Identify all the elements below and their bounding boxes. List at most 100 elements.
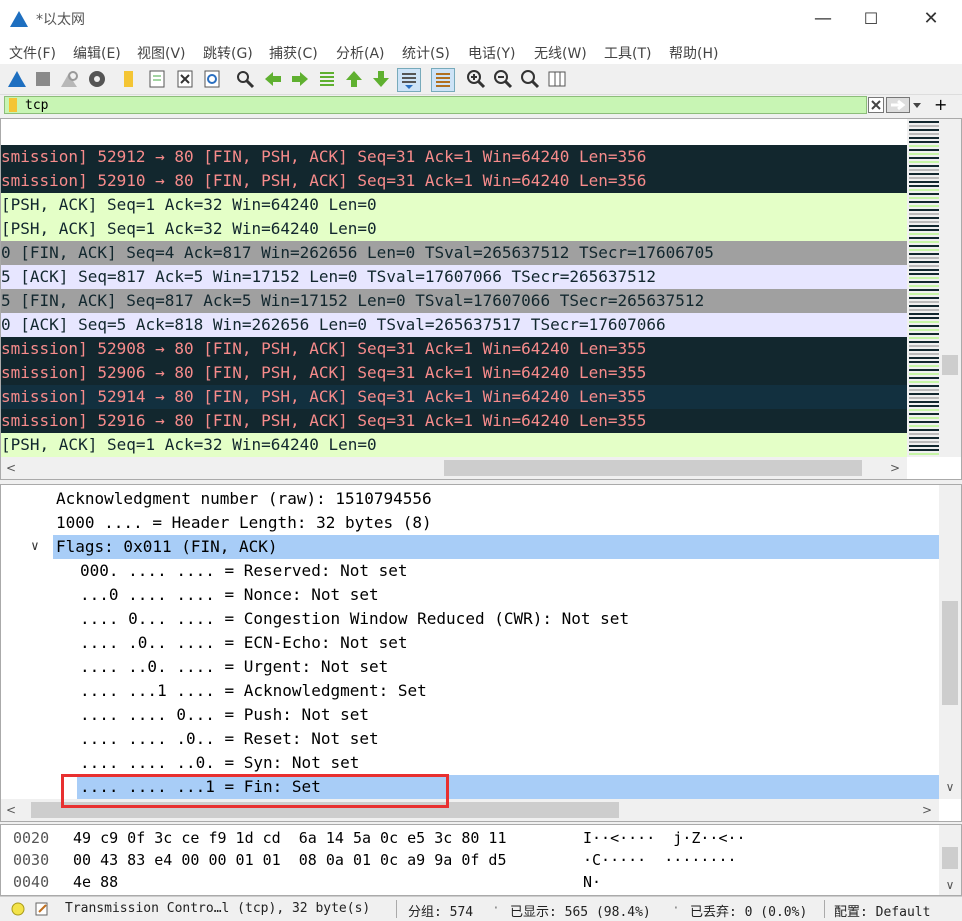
resize-columns-icon[interactable]	[546, 68, 568, 90]
detail-row-selected[interactable]: ∨ Flags: 0x011 (FIN, ACK)	[1, 535, 939, 559]
restart-capture-icon[interactable]	[58, 68, 80, 90]
menu-edit[interactable]: 编辑(E)	[73, 43, 121, 63]
colorize-icon[interactable]	[431, 68, 455, 92]
detail-row[interactable]: .... ...1 .... = Acknowledgment: Set	[1, 679, 939, 703]
scroll-right-icon[interactable]: >	[887, 460, 903, 476]
minimap-stripe	[909, 401, 939, 403]
minimize-button[interactable]: —	[800, 0, 846, 38]
find-packet-icon[interactable]	[234, 68, 256, 90]
detail-field-text: Flags: 0x011 (FIN, ACK)	[56, 537, 278, 556]
close-button[interactable]: ✕	[908, 0, 954, 38]
scroll-left-icon[interactable]: <	[3, 460, 19, 476]
packet-row[interactable]: 0 [ACK] Seq=5 Ack=818 Win=262656 Len=0 T…	[1, 313, 907, 337]
detail-field-text: 1000 .... = Header Length: 32 bytes (8)	[56, 513, 432, 532]
details-vertical-scrollbar[interactable]: ∨	[939, 485, 961, 799]
detail-row[interactable]: .... .... ..0. = Syn: Not set	[1, 751, 939, 775]
reload-file-icon[interactable]	[201, 68, 223, 90]
save-file-icon[interactable]	[146, 68, 168, 90]
detail-row[interactable]: .... ..0. .... = Urgent: Not set	[1, 655, 939, 679]
menu-wireless[interactable]: 无线(W)	[534, 43, 587, 63]
packet-list-horizontal-scrollbar[interactable]: < >	[1, 457, 907, 479]
go-to-packet-icon[interactable]	[316, 68, 338, 90]
start-capture-icon[interactable]	[6, 68, 28, 90]
detail-field-text: .... ...1 .... = Acknowledgment: Set	[80, 681, 427, 700]
minimap-stripe	[909, 309, 939, 311]
details-scroll-thumb[interactable]	[942, 601, 958, 705]
bookmark-icon[interactable]	[8, 98, 18, 112]
packet-list-scroll-thumb[interactable]	[942, 355, 958, 375]
menu-statistics[interactable]: 统计(S)	[402, 43, 450, 63]
bytes-scroll-down-icon[interactable]: ∨	[942, 877, 958, 893]
status-profile[interactable]: 配置: Default	[834, 901, 930, 920]
add-filter-button-icon[interactable]: +	[934, 96, 947, 114]
detail-row[interactable]: 000. .... .... = Reserved: Not set	[1, 559, 939, 583]
detail-row[interactable]: .... 0... .... = Congestion Window Reduc…	[1, 607, 939, 631]
detail-row[interactable]: .... .0.. .... = ECN-Echo: Not set	[1, 631, 939, 655]
packet-row[interactable]: smission] 52910 → 80 [FIN, PSH, ACK] Seq…	[1, 169, 907, 193]
packet-row[interactable]: 0 [FIN, ACK] Seq=4 Ack=817 Win=262656 Le…	[1, 241, 907, 265]
details-scroll-right-icon[interactable]: >	[919, 802, 935, 818]
filter-dropdown-icon[interactable]	[912, 99, 922, 111]
details-scroll-down-icon[interactable]: ∨	[942, 779, 958, 795]
minimap-stripe	[909, 161, 939, 163]
packet-row[interactable]: [PSH, ACK] Seq=1 Ack=32 Win=64240 Len=0	[1, 433, 907, 457]
packet-list-hscroll-thumb[interactable]	[444, 460, 862, 476]
auto-scroll-icon[interactable]	[397, 68, 421, 92]
apply-filter-icon[interactable]	[886, 97, 910, 113]
menu-help[interactable]: 帮助(H)	[669, 43, 718, 63]
minimap-stripe	[909, 157, 939, 159]
zoom-out-icon[interactable]	[492, 68, 514, 90]
chevron-down-icon[interactable]: ∨	[31, 535, 39, 559]
open-file-icon[interactable]	[118, 68, 140, 90]
menu-go[interactable]: 跳转(G)	[203, 43, 253, 63]
packet-row[interactable]: smission] 52916 → 80 [FIN, PSH, ACK] Seq…	[1, 409, 907, 433]
menu-telephony[interactable]: 电话(Y)	[468, 43, 515, 63]
details-scroll-left-icon[interactable]: <	[3, 802, 19, 818]
detail-row[interactable]: .... .... .0.. = Reset: Not set	[1, 727, 939, 751]
close-file-icon[interactable]	[174, 68, 196, 90]
minimap-stripe	[909, 201, 939, 203]
minimap-stripe	[909, 165, 939, 167]
minimap-stripe	[909, 205, 939, 207]
byte-row[interactable]: 0040 4e 88 N·	[1, 871, 939, 893]
capture-options-icon[interactable]	[86, 68, 108, 90]
zoom-in-icon[interactable]	[465, 68, 487, 90]
packet-row[interactable]: smission] 52914 → 80 [FIN, PSH, ACK] Seq…	[1, 385, 907, 409]
display-filter-input[interactable]	[4, 96, 867, 114]
menu-tools[interactable]: 工具(T)	[604, 43, 651, 63]
packet-bytes: 0020 49 c9 0f 3c ce f9 1d cd 6a 14 5a 0c …	[0, 824, 962, 896]
maximize-button[interactable]: ☐	[848, 0, 894, 38]
expert-info-icon[interactable]	[10, 901, 26, 917]
bytes-scroll-thumb[interactable]	[942, 847, 958, 869]
packet-row[interactable]: smission] 52906 → 80 [FIN, PSH, ACK] Seq…	[1, 361, 907, 385]
bytes-vertical-scrollbar[interactable]: ∨	[939, 825, 961, 895]
minimap-stripe	[909, 217, 939, 219]
packet-row[interactable]: smission] 52912 → 80 [FIN, PSH, ACK] Seq…	[1, 145, 907, 169]
stop-capture-icon[interactable]	[32, 68, 54, 90]
detail-row[interactable]: .... .... 0... = Push: Not set	[1, 703, 939, 727]
menu-file[interactable]: 文件(F)	[9, 43, 56, 63]
normal-size-icon[interactable]	[519, 68, 541, 90]
menu-capture[interactable]: 捕获(C)	[269, 43, 318, 63]
minimap-stripes	[909, 121, 939, 455]
edit-comment-icon[interactable]	[34, 901, 50, 917]
go-last-packet-icon[interactable]	[370, 68, 392, 90]
menu-analyze[interactable]: 分析(A)	[336, 43, 385, 63]
byte-row[interactable]: 0020 49 c9 0f 3c ce f9 1d cd 6a 14 5a 0c …	[1, 827, 939, 849]
detail-row[interactable]: ...0 .... .... = Nonce: Not set	[1, 583, 939, 607]
packet-row[interactable]: [PSH, ACK] Seq=1 Ack=32 Win=64240 Len=0	[1, 217, 907, 241]
packet-list-vertical-scrollbar[interactable]	[939, 119, 961, 457]
packet-row[interactable]: [PSH, ACK] Seq=1 Ack=32 Win=64240 Len=0	[1, 193, 907, 217]
go-back-icon[interactable]	[262, 68, 284, 90]
detail-row[interactable]: 1000 .... = Header Length: 32 bytes (8)	[1, 511, 939, 535]
packet-minimap[interactable]	[907, 119, 939, 457]
packet-row[interactable]: 5 [FIN, ACK] Seq=817 Ack=5 Win=17152 Len…	[1, 289, 907, 313]
packet-row[interactable]: smission] 52908 → 80 [FIN, PSH, ACK] Seq…	[1, 337, 907, 361]
byte-row[interactable]: 0030 00 43 83 e4 00 00 01 01 08 0a 01 0c …	[1, 849, 939, 871]
packet-row[interactable]: 5 [ACK] Seq=817 Ack=5 Win=17152 Len=0 TS…	[1, 265, 907, 289]
clear-filter-icon[interactable]	[868, 97, 884, 113]
detail-row[interactable]: Acknowledgment number (raw): 1510794556	[1, 487, 939, 511]
menu-view[interactable]: 视图(V)	[137, 43, 186, 63]
go-first-packet-icon[interactable]	[343, 68, 365, 90]
go-forward-icon[interactable]	[289, 68, 311, 90]
